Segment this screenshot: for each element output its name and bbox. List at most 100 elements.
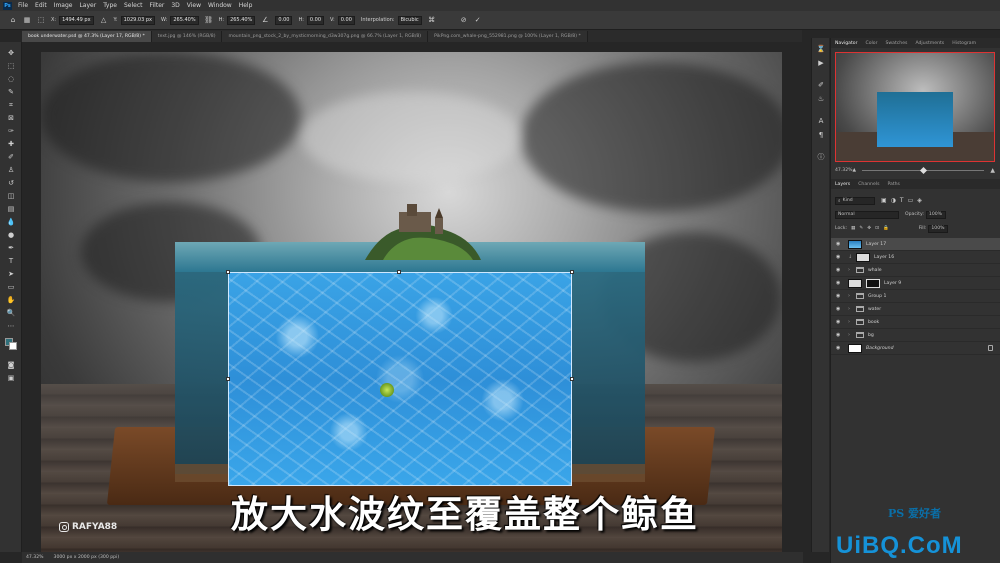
chevron-right-icon[interactable]: › [848, 267, 854, 273]
x-field[interactable]: 1494.49 px [59, 15, 94, 25]
menu-help[interactable]: Help [239, 2, 253, 9]
brush-tool-icon[interactable]: ✐ [6, 152, 16, 162]
layer-row[interactable]: ◉ › Group 1 [831, 290, 1000, 303]
layer-kind-filter[interactable]: ⌕ Kind [835, 196, 875, 205]
layer-row[interactable]: ◉ › bg [831, 329, 1000, 342]
eye-icon[interactable]: ◉ [836, 319, 844, 325]
zoom-tool-icon[interactable]: 🔍 [6, 308, 16, 318]
quick-mask-icon[interactable]: ◙ [6, 360, 16, 370]
play-action-icon[interactable]: ▶ [816, 58, 826, 68]
paragraph-icon[interactable]: ¶ [816, 130, 826, 140]
y-field[interactable]: 1029.03 px [120, 15, 156, 25]
eye-icon[interactable]: ◉ [836, 306, 844, 312]
vskew-field[interactable]: 0.00 [337, 15, 355, 25]
filter-pixel-icon[interactable]: ▣ [881, 197, 887, 204]
menu-type[interactable]: Type [103, 2, 117, 9]
layer-name[interactable]: water [868, 307, 881, 312]
angle-field[interactable]: 0.00 [275, 15, 293, 25]
layer-row[interactable]: ◉ › whale [831, 264, 1000, 277]
zoom-slider-knob[interactable] [919, 166, 927, 174]
zoom-out-icon[interactable]: ▲ [853, 168, 857, 173]
filter-type-icon[interactable]: T [900, 197, 904, 204]
navigator-preview[interactable] [835, 52, 995, 162]
tab-mountain[interactable]: mountain_png_stock_2_by_mysticmorning_d3… [222, 31, 429, 42]
chevron-right-icon[interactable]: › [848, 306, 854, 312]
tab-color[interactable]: Color [861, 41, 881, 46]
zoom-in-icon[interactable]: ▲ [990, 167, 995, 174]
move-tool-icon[interactable]: ✥ [6, 48, 16, 58]
commit-transform-icon[interactable]: ✓ [473, 15, 483, 25]
transform-handle[interactable] [226, 377, 230, 381]
filter-adjust-icon[interactable]: ◑ [891, 197, 896, 204]
lock-artboard-icon[interactable]: ⊡ [875, 226, 879, 231]
character-icon[interactable]: A [816, 116, 826, 126]
lock-paint-icon[interactable]: ✎ [859, 226, 863, 231]
frame-tool-icon[interactable]: ⊠ [6, 113, 16, 123]
status-zoom[interactable]: 47.32% [26, 555, 44, 560]
menu-edit[interactable]: Edit [35, 2, 47, 9]
eye-icon[interactable]: ◉ [836, 241, 844, 247]
transform-handle[interactable] [397, 270, 401, 274]
chevron-right-icon[interactable]: › [848, 293, 854, 299]
menu-view[interactable]: View [187, 2, 201, 9]
transform-handle[interactable] [570, 377, 574, 381]
layer-row[interactable]: ◉ Background [831, 342, 1000, 355]
tab-histogram[interactable]: Histogram [948, 41, 980, 46]
height-field[interactable]: 265.40% [227, 15, 256, 25]
layer-name[interactable]: Group 1 [868, 294, 886, 299]
layer-name[interactable]: Layer 16 [874, 255, 894, 260]
layer-name[interactable]: Layer 9 [884, 281, 901, 286]
history-brush-icon[interactable]: ↺ [6, 178, 16, 188]
tab-swatches[interactable]: Swatches [881, 41, 911, 46]
opacity-field[interactable]: 100% [925, 210, 946, 219]
lock-move-icon[interactable]: ✥ [867, 226, 871, 231]
brush-settings-icon[interactable]: ✐ [816, 80, 826, 90]
tab-layers[interactable]: Layers [831, 182, 854, 187]
eye-icon[interactable]: ◉ [836, 254, 844, 260]
eye-icon[interactable]: ◉ [836, 280, 844, 286]
blend-mode-select[interactable]: Normal [835, 210, 899, 219]
menu-layer[interactable]: Layer [79, 2, 96, 9]
layer-name[interactable]: whale [868, 268, 882, 273]
quick-select-tool-icon[interactable]: ✎ [6, 87, 16, 97]
cancel-transform-icon[interactable]: ⊘ [459, 15, 469, 25]
lock-pixels-icon[interactable]: ▦ [851, 226, 855, 231]
lock-all-icon[interactable]: 🔒 [883, 226, 889, 231]
layer-name[interactable]: Layer 17 [866, 242, 886, 247]
layer-row[interactable]: ◉ › book [831, 316, 1000, 329]
marquee-tool-icon[interactable]: ⬚ [6, 61, 16, 71]
menu-3d[interactable]: 3D [171, 2, 179, 9]
home-icon[interactable]: ⌂ [8, 15, 18, 25]
tab-text[interactable]: text.jpg @ 146% (RGB/8) [151, 31, 223, 42]
width-field[interactable]: 265.40% [170, 15, 199, 25]
transform-handle[interactable] [570, 270, 574, 274]
lasso-tool-icon[interactable]: ◌ [6, 74, 16, 84]
eyedropper-tool-icon[interactable]: ✑ [6, 126, 16, 136]
transform-handle[interactable] [226, 270, 230, 274]
delta-icon[interactable]: △ [99, 15, 109, 25]
interpolation-select[interactable]: Bicubic [397, 15, 422, 25]
hand-tool-icon[interactable]: ✋ [6, 295, 16, 305]
transform-icon[interactable]: ⬚ [36, 15, 46, 25]
clone-source-icon[interactable]: ♨ [816, 94, 826, 104]
tab-adjustments[interactable]: Adjustments [911, 41, 948, 46]
layer-name[interactable]: book [868, 320, 879, 325]
healing-tool-icon[interactable]: ✚ [6, 139, 16, 149]
filter-shape-icon[interactable]: ▭ [908, 197, 914, 204]
eraser-tool-icon[interactable]: ◫ [6, 191, 16, 201]
shape-tool-icon[interactable]: ▭ [6, 282, 16, 292]
navigator-view-frame[interactable] [835, 52, 995, 162]
layer-row[interactable]: ◉ Layer 9 [831, 277, 1000, 290]
filter-smart-icon[interactable]: ◈ [917, 197, 922, 204]
layer-row[interactable]: ◉ › water [831, 303, 1000, 316]
document-canvas[interactable]: 放大水波纹至覆盖整个鲸鱼 RAFYA88 [41, 52, 782, 552]
menu-filter[interactable]: Filter [150, 2, 165, 9]
eye-icon[interactable]: ◉ [836, 345, 844, 351]
menu-file[interactable]: File [18, 2, 28, 9]
info-icon[interactable]: ⓘ [816, 152, 826, 162]
type-tool-icon[interactable]: T [6, 256, 16, 266]
crop-tool-icon[interactable]: ⌗ [6, 100, 16, 110]
gradient-tool-icon[interactable]: ▤ [6, 204, 16, 214]
background-color-swatch[interactable] [9, 342, 17, 350]
tab-paths[interactable]: Paths [883, 182, 904, 187]
